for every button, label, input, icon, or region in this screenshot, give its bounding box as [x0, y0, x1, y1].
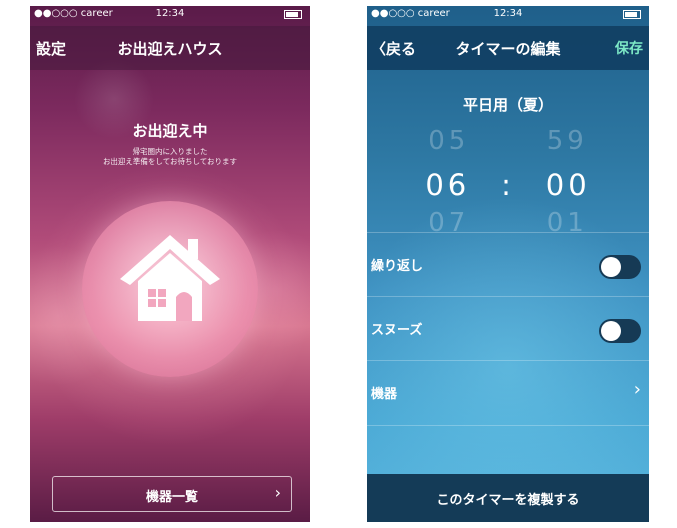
snooze-toggle[interactable]: [599, 319, 641, 343]
battery-icon: [623, 10, 641, 19]
timer-name: 平日用（夏）: [462, 96, 553, 114]
chevron-right-icon: ›: [274, 483, 281, 502]
welcome-status-line-2: お出迎え準備をしてお待ちしております: [102, 157, 238, 166]
duplicate-timer-label: このタイマーを複製する: [436, 493, 580, 508]
picker-minute[interactable]: 00: [538, 168, 598, 202]
time-picker[interactable]: 05 59 06 : 00 07 01: [367, 126, 649, 238]
clock: 12:34: [155, 8, 185, 19]
repeat-row[interactable]: 繰り返し: [367, 232, 649, 297]
timer-edit-screen: ●●○○○ career 12:34 〈戻る タイマーの編集 保存 平日用（夏）…: [367, 6, 649, 522]
battery-icon: [284, 10, 302, 19]
device-list-button[interactable]: 機器一覧 ›: [52, 476, 292, 512]
device-label: 機器: [371, 387, 398, 402]
status-bar: ●●○○○ career 12:34: [367, 6, 649, 22]
nav-bar: 設定 お出迎えハウス: [30, 26, 310, 70]
picker-hour-prev[interactable]: 05: [419, 126, 479, 156]
nav-bar: 〈戻る タイマーの編集 保存: [367, 26, 649, 70]
status-bar: ●●○○○ career 12:34: [30, 6, 310, 22]
repeat-label: 繰り返し: [371, 259, 424, 274]
home-status-screen: ●●○○○ career 12:34 設定 お出迎えハウス お出迎え中 帰宅圏内…: [30, 6, 310, 522]
picker-separator: :: [501, 168, 515, 202]
page-title: お出迎えハウス: [117, 40, 223, 58]
snooze-row[interactable]: スヌーズ: [367, 296, 649, 361]
device-row[interactable]: 機器 ›: [367, 360, 649, 426]
welcome-status-title: お出迎え中: [132, 122, 208, 140]
picker-prev-row[interactable]: 05 59: [367, 126, 649, 156]
clock: 12:34: [493, 8, 523, 19]
house-button[interactable]: [82, 201, 258, 377]
house-icon: [120, 235, 220, 321]
picker-selected-row[interactable]: 06 : 00: [367, 168, 649, 202]
picker-minute-prev[interactable]: 59: [537, 126, 597, 156]
repeat-toggle[interactable]: [599, 255, 641, 279]
duplicate-timer-button[interactable]: このタイマーを複製する: [367, 474, 649, 522]
picker-hour[interactable]: 06: [418, 168, 478, 202]
save-button[interactable]: 保存: [615, 38, 643, 58]
snooze-label: スヌーズ: [371, 323, 423, 338]
page-title: タイマーの編集: [455, 40, 561, 58]
device-list-label: 機器一覧: [145, 490, 198, 505]
chevron-right-icon: ›: [633, 379, 641, 400]
